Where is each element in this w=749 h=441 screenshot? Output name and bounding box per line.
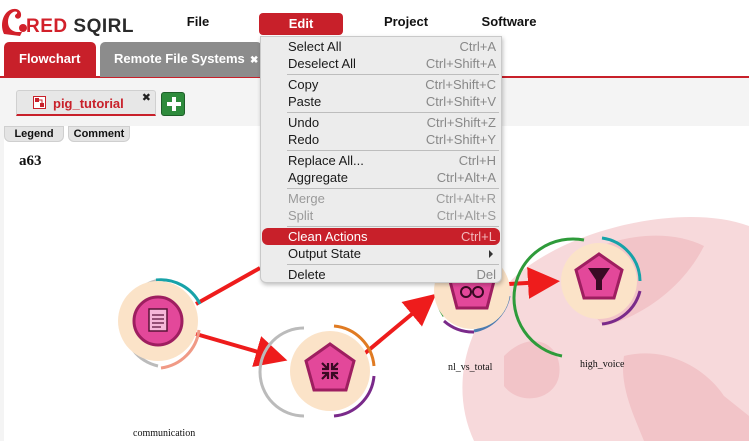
menu-item-deselect-all-shortcut: Ctrl+Shift+A: [425, 56, 496, 71]
app-logo: RED SQIRL: [0, 4, 150, 38]
arrow-communication-to-comm-aball: [195, 332, 288, 367]
node-high-voice[interactable]: high_voice: [512, 236, 642, 370]
menu-item-clean-actions-shortcut: Ctrl+L: [460, 229, 496, 244]
menu-separator: [287, 74, 499, 75]
menu-item-delete[interactable]: Delete Del: [262, 266, 500, 283]
menu-item-paste-shortcut: Ctrl+Shift+V: [425, 94, 496, 109]
workflow-icon: [33, 96, 46, 109]
menu-item-undo-label: Undo: [288, 115, 320, 130]
menu-item-aggregate-label: Aggregate: [288, 170, 348, 185]
node-label-nl-vs-total: nl_vs_total: [448, 362, 493, 373]
menu-item-split-shortcut: Ctrl+Alt+S: [436, 208, 496, 223]
menu-file[interactable]: File: [176, 13, 220, 35]
menu-item-output-state[interactable]: Output State: [262, 245, 500, 262]
menu-item-merge-label: Merge: [288, 191, 325, 206]
tab-remote-file-systems[interactable]: Remote File Systems ✖: [100, 42, 262, 77]
menu-item-select-all-shortcut: Ctrl+A: [459, 39, 496, 54]
menu-item-redo[interactable]: Redo Ctrl+Shift+Y: [262, 131, 500, 148]
menu-item-merge: Merge Ctrl+Alt+R: [262, 190, 500, 207]
menu-item-deselect-all-label: Deselect All: [288, 56, 356, 71]
add-canvas-button[interactable]: [161, 92, 185, 116]
menu-item-delete-shortcut: Del: [476, 267, 496, 282]
menu-item-replace-all[interactable]: Replace All... Ctrl+H: [262, 152, 500, 169]
menu-separator: [287, 112, 499, 113]
menu-separator: [287, 188, 499, 189]
node-label-communication: communication: [133, 428, 195, 439]
menu-item-select-all-label: Select All: [288, 39, 342, 54]
menu-item-redo-label: Redo: [288, 132, 320, 147]
node-communication[interactable]: communication: [118, 278, 202, 439]
menu-item-merge-shortcut: Ctrl+Alt+R: [436, 191, 496, 206]
menu-item-split: Split Ctrl+Alt+S: [262, 207, 500, 224]
menu-item-undo-shortcut: Ctrl+Shift+Z: [426, 115, 496, 130]
menu-separator: [287, 264, 499, 265]
document-icon: [148, 308, 168, 332]
arrow-comm-aball-to-nl-vs-total: [362, 293, 437, 356]
menu-project[interactable]: Project: [376, 13, 436, 35]
menu-item-clean-actions[interactable]: Clean Actions Ctrl+L: [262, 228, 500, 245]
menu-item-copy-shortcut: Ctrl+Shift+C: [425, 77, 496, 92]
submenu-arrow-icon: [489, 250, 493, 258]
canvas-tab-close-icon[interactable]: ✖: [142, 91, 151, 104]
menu-item-deselect-all[interactable]: Deselect All Ctrl+Shift+A: [262, 55, 500, 72]
tab-close-icon[interactable]: ✖: [250, 44, 258, 78]
menu-separator: [287, 226, 499, 227]
menu-item-output-state-label: Output State: [288, 246, 361, 261]
menu-item-copy-label: Copy: [288, 77, 319, 92]
tab-flowchart[interactable]: Flowchart: [4, 42, 96, 77]
menu-item-aggregate-shortcut: Ctrl+Alt+A: [436, 170, 496, 185]
menu-item-replace-all-label: Replace All...: [288, 153, 364, 168]
canvas-tab-pig-tutorial[interactable]: pig_tutorial ✖: [16, 90, 156, 116]
menu-software[interactable]: Software: [476, 13, 542, 35]
menu-item-replace-all-shortcut: Ctrl+H: [458, 153, 496, 168]
edit-menu-dropdown: Select All Ctrl+A Deselect All Ctrl+Shif…: [260, 36, 502, 283]
logo-secondary-text: SQIRL: [73, 16, 134, 37]
menu-item-delete-label: Delete: [288, 267, 326, 282]
tab-remote-file-systems-label: Remote File Systems: [114, 51, 245, 66]
menu-item-select-all[interactable]: Select All Ctrl+A: [262, 38, 500, 55]
menu-edit[interactable]: Edit: [259, 13, 343, 35]
menu-separator: [287, 150, 499, 151]
menu-item-clean-actions-label: Clean Actions: [288, 229, 368, 244]
menu-item-paste-label: Paste: [288, 94, 322, 109]
node-label-high-voice: high_voice: [580, 359, 625, 370]
canvas-tab-label: pig_tutorial: [53, 96, 124, 111]
menu-item-copy[interactable]: Copy Ctrl+Shift+C: [262, 76, 500, 93]
menu-item-split-label: Split: [288, 208, 314, 223]
menu-item-undo[interactable]: Undo Ctrl+Shift+Z: [262, 114, 500, 131]
menu-item-aggregate[interactable]: Aggregate Ctrl+Alt+A: [262, 169, 500, 186]
node-comm-aball[interactable]: comm_aball: [258, 324, 376, 441]
arrow-communication-to-upstream: [195, 266, 261, 306]
menu-item-redo-shortcut: Ctrl+Shift+Y: [425, 132, 496, 147]
menu-item-paste[interactable]: Paste Ctrl+Shift+V: [262, 93, 500, 110]
logo-primary-text: RED: [26, 16, 68, 37]
